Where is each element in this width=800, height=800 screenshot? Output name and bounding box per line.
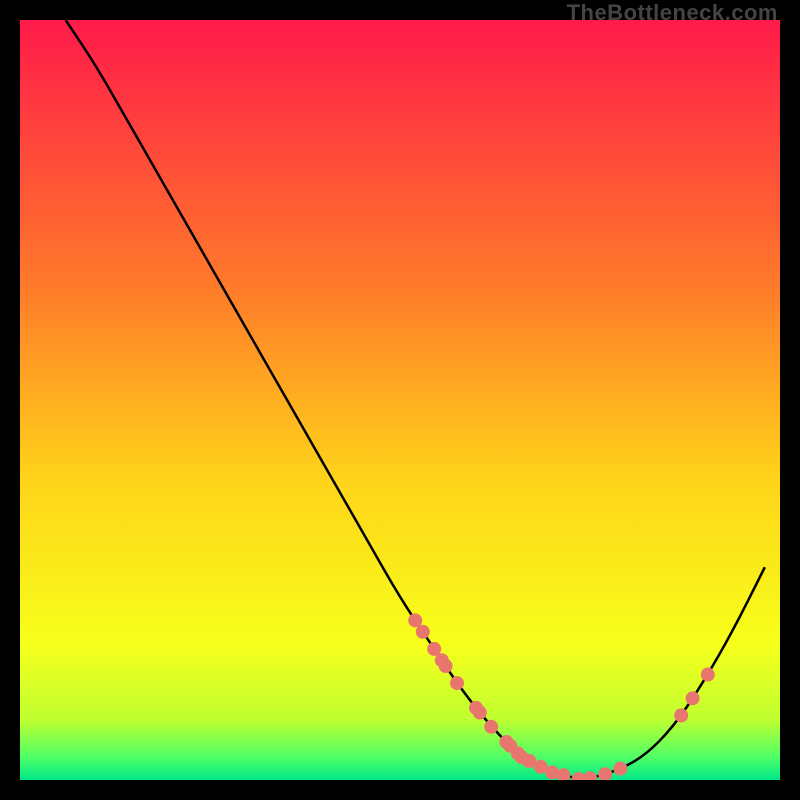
curve-marker bbox=[439, 659, 453, 673]
curve-marker bbox=[484, 720, 498, 734]
curve-marker bbox=[613, 762, 627, 776]
curve-marker bbox=[674, 708, 688, 722]
bottleneck-chart bbox=[20, 20, 780, 780]
curve-marker bbox=[450, 676, 464, 690]
curve-marker bbox=[473, 706, 487, 720]
curve-marker bbox=[408, 613, 422, 627]
curve-marker bbox=[427, 642, 441, 656]
curve-marker bbox=[701, 668, 715, 682]
curve-marker bbox=[686, 691, 700, 705]
curve-marker bbox=[416, 625, 430, 639]
